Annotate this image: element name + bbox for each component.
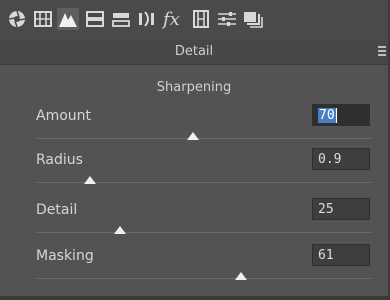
- slider-label: Radius: [36, 152, 83, 168]
- split-toning-icon[interactable]: [84, 8, 106, 30]
- presets-icon[interactable]: [242, 8, 264, 30]
- panel-menu-icon[interactable]: [378, 46, 386, 56]
- panel-tabs-toolbar: fx: [0, 0, 388, 40]
- camera-raw-panel: fx Detail Sharpening Amount 70 Radius 0.…: [0, 0, 390, 300]
- sliders-icon[interactable]: [216, 8, 238, 30]
- masking-slider-track[interactable]: [36, 278, 372, 279]
- detail-slider-track[interactable]: [36, 232, 372, 233]
- fx-icon[interactable]: fx: [162, 8, 184, 30]
- text-caret: [335, 108, 337, 123]
- mountain-icon[interactable]: [57, 8, 79, 30]
- svg-text:fx: fx: [162, 9, 180, 29]
- detail-input[interactable]: 25: [312, 198, 370, 220]
- amount-slider-track[interactable]: [36, 138, 372, 139]
- radius-input[interactable]: 0.9: [312, 148, 370, 170]
- masking-slider-thumb[interactable]: [234, 272, 247, 280]
- panel-title: Detail: [174, 44, 214, 59]
- lens-icon[interactable]: [136, 8, 158, 30]
- hsl-icon[interactable]: [110, 8, 132, 30]
- slider-label: Amount: [36, 108, 92, 124]
- amount-input[interactable]: 70: [312, 104, 370, 126]
- detail-slider-thumb[interactable]: [114, 226, 126, 234]
- slider-row-amount: Amount 70: [0, 104, 388, 154]
- amount-value: 70: [318, 108, 336, 123]
- radius-slider-thumb[interactable]: [83, 176, 96, 184]
- amount-slider-thumb[interactable]: [186, 132, 199, 140]
- aperture-icon[interactable]: [6, 8, 28, 30]
- film-strip-icon[interactable]: [190, 8, 212, 30]
- slider-row-detail: Detail 25: [0, 198, 388, 248]
- slider-label: Masking: [36, 248, 94, 264]
- slider-row-radius: Radius 0.9: [0, 148, 388, 198]
- section-title-sharpening: Sharpening: [156, 80, 232, 95]
- panel-header: Detail: [0, 40, 388, 65]
- slider-label: Detail: [36, 202, 78, 218]
- slider-row-masking: Masking 61: [0, 244, 388, 294]
- masking-input[interactable]: 61: [312, 244, 370, 266]
- grid-icon[interactable]: [32, 8, 54, 30]
